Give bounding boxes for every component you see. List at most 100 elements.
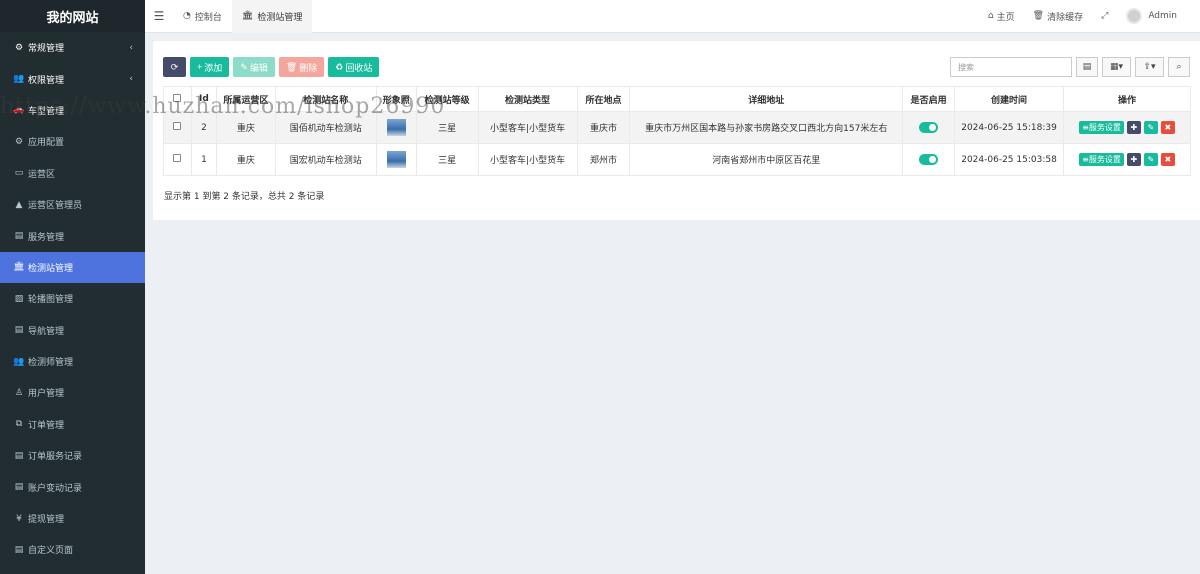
enabled-toggle[interactable] (919, 122, 939, 133)
sidebar-item-service[interactable]: ▤ 服务管理 (0, 220, 145, 251)
sidebar-item-permission[interactable]: 👥 权限管理 ‹ (0, 63, 145, 94)
sidebar-item-nav[interactable]: ▤ 导航管理 (0, 315, 145, 346)
recycle-icon: ♻ (335, 61, 344, 72)
sidebar-item-user[interactable]: ♙ 用户管理 (0, 377, 145, 408)
row-checkbox[interactable] (173, 122, 182, 130)
export-dropdown-button[interactable]: ⇪▾ (1135, 57, 1164, 77)
edit-button[interactable]: ✎ 编辑 (233, 57, 275, 77)
select-all-cell[interactable] (163, 86, 192, 112)
tab-station[interactable]: 🏛 检测站管理 (231, 0, 313, 33)
col-header[interactable]: 创建时间 (954, 86, 1064, 112)
sidebar-item-label: 运营区管理员 (28, 201, 83, 212)
sidebar-item-inspector[interactable]: 👥 检测师管理 (0, 346, 145, 377)
table-row[interactable]: 2 重庆 国佰机动车检测站 三星 小型客车|小型货车 重庆市 重庆市万州区国本路… (163, 111, 1192, 144)
station-photo-thumbnail[interactable] (386, 119, 406, 136)
sidebar-item-vehicle[interactable]: 🚗 车型管理 (0, 95, 145, 126)
sidebar-item-station[interactable]: 🏛 检测站管理 (0, 251, 145, 284)
recycle-bin-button[interactable]: ♻ 回收站 (328, 57, 380, 77)
yen-icon: ¥ (16, 513, 22, 524)
tab-dashboard[interactable]: ◔ 控制台 (173, 0, 232, 33)
sidebar-item-custom-page[interactable]: ▤ 自定义页面 (0, 534, 145, 565)
toggle-view-button[interactable]: ▤ (1076, 57, 1098, 77)
user-menu[interactable]: Admin (1117, 8, 1186, 24)
plus-icon: ✚ (1130, 155, 1138, 164)
sidebar-item-region[interactable]: ▭ 运营区 (0, 158, 145, 189)
add-row-button[interactable]: ✚ (1126, 153, 1141, 166)
pencil-icon: ✎ (240, 61, 248, 72)
col-header[interactable]: 检测站类型 (477, 86, 578, 112)
col-header: 操作 (1062, 86, 1192, 112)
col-header[interactable]: 检测站等级 (415, 86, 479, 112)
select-all-checkbox[interactable] (173, 93, 182, 102)
sidebar-item-general[interactable]: ⚙ 常规管理 ‹ (0, 32, 145, 63)
search-input[interactable]: 搜索 (950, 57, 1072, 77)
home-link[interactable]: ⌂ 主页 (979, 10, 1024, 23)
col-header[interactable]: 所属运营区 (215, 86, 276, 112)
bank-icon: 🏛 (241, 11, 254, 21)
columns-dropdown-button[interactable]: ▦▾ (1102, 57, 1131, 77)
hamburger-menu-icon[interactable]: ☰ (145, 9, 173, 23)
cell-id: 1 (190, 143, 217, 176)
station-photo-thumbnail[interactable] (386, 151, 406, 168)
col-header[interactable]: 是否启用 (902, 86, 956, 112)
avatar (1126, 8, 1143, 24)
list-alt-icon: ▤ (1082, 62, 1092, 72)
col-header[interactable]: 形象照 (375, 86, 417, 112)
add-button[interactable]: + 添加 (190, 57, 230, 77)
sidebar-item-account-log[interactable]: ▤ 账户变动记录 (0, 471, 145, 502)
top-header: ☰ ◔ 控制台 🏛 检测站管理 ⌂ 主页 🗑 清除缓存 ⤢ Admin (145, 0, 1200, 33)
sidebar-item-app-config[interactable]: ⚙ 应用配置 (0, 126, 145, 157)
gear-icon: ⚙ (14, 136, 24, 147)
refresh-button[interactable]: ⟳ (163, 57, 186, 77)
sidebar-item-label: 权限管理 (28, 75, 65, 86)
pencil-icon: ✎ (1147, 155, 1155, 164)
pencil-icon: ✎ (1147, 123, 1155, 132)
brand-title[interactable]: 我的网站 (0, 0, 145, 32)
fullscreen-icon[interactable]: ⤢ (1092, 11, 1117, 21)
row-select-cell[interactable] (163, 111, 192, 144)
cell-name: 国宏机动车检测站 (274, 143, 377, 176)
file-icon: ▤ (14, 482, 24, 493)
row-select-cell[interactable] (163, 143, 192, 176)
delete-label: 删除 (299, 62, 318, 73)
chevron-left-icon: ‹ (129, 42, 133, 53)
edit-row-button[interactable]: ✎ (1143, 121, 1158, 134)
col-header[interactable]: 详细地址 (629, 86, 904, 112)
plus-icon: ✚ (1130, 123, 1138, 132)
home-icon: ⌂ (987, 11, 994, 21)
users-icon: 👥 (13, 356, 25, 367)
sidebar-item-region-admin[interactable]: ▲ 运营区管理员 (0, 189, 145, 220)
add-row-button[interactable]: ✚ (1126, 121, 1141, 134)
sidebar-item-banner[interactable]: ▨ 轮播图管理 (0, 283, 145, 314)
col-header[interactable]: Id (190, 86, 217, 112)
sidebar-item-label: 服务管理 (28, 232, 65, 243)
cell-actions: ≡ 服务设置 ✚ ✎ ✖ (1062, 143, 1192, 176)
service-settings-button[interactable]: ≡ 服务设置 (1079, 153, 1124, 166)
sidebar-item-order[interactable]: ⧉ 订单管理 (0, 409, 145, 440)
dashboard-icon: ◔ (183, 11, 191, 21)
enabled-toggle[interactable] (919, 154, 939, 165)
common-search-button[interactable]: ⌕ (1168, 57, 1190, 77)
search-icon: ⌕ (1176, 62, 1182, 72)
delete-button[interactable]: 🗑 删除 (278, 57, 325, 77)
col-header[interactable]: 所在地点 (576, 86, 631, 112)
row-checkbox[interactable] (173, 154, 182, 162)
delete-row-button[interactable]: ✖ (1160, 121, 1175, 134)
refresh-icon: ⟳ (170, 61, 179, 72)
sidebar-item-withdraw[interactable]: ¥ 提现管理 (0, 503, 145, 534)
edit-row-button[interactable]: ✎ (1143, 153, 1158, 166)
home-label: 主页 (996, 12, 1015, 23)
table-row[interactable]: 1 重庆 国宏机动车检测站 三星 小型客车|小型货车 郑州市 河南省郑州市中原区… (163, 143, 1192, 176)
group-icon: 👥 (13, 74, 25, 85)
user-name: Admin (1148, 11, 1177, 21)
delete-row-button[interactable]: ✖ (1160, 153, 1175, 166)
sidebar-menu: ⚙ 常规管理 ‹ 👥 权限管理 ‹ 🚗 车型管理 ⚙ 应用配置 ▭ 运营区 ▲ 运营区管理员 ▤… (0, 32, 145, 566)
cell-created: 2024-06-25 15:03:58 (954, 143, 1064, 176)
sidebar-item-order-service[interactable]: ▤ 订单服务记录 (0, 440, 145, 471)
trash-icon: 🗑 (1032, 11, 1045, 21)
clone-icon: ⧉ (15, 419, 23, 430)
service-settings-button[interactable]: ≡ 服务设置 (1079, 121, 1124, 134)
sidebar-item-label: 提现管理 (28, 515, 65, 526)
clear-cache-button[interactable]: 🗑 清除缓存 (1024, 10, 1092, 23)
col-header[interactable]: 检测站名称 (274, 86, 377, 112)
